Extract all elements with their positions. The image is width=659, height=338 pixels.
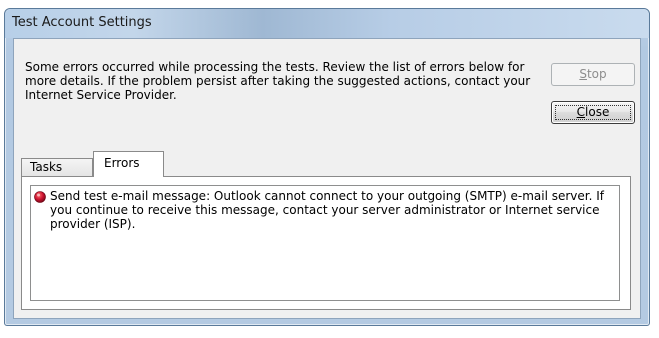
error-icon: [34, 191, 46, 203]
window-title: Test Account Settings: [12, 15, 152, 30]
title-bar[interactable]: Test Account Settings: [5, 9, 649, 38]
tab-errors[interactable]: Errors: [93, 151, 164, 177]
stop-button-mnemonic: S: [579, 67, 587, 81]
stop-button-label: top: [586, 67, 607, 81]
errors-tab-panel: Send test e-mail message: Outlook cannot…: [21, 176, 631, 310]
error-list[interactable]: Send test e-mail message: Outlook cannot…: [30, 185, 620, 301]
error-message: Send test e-mail message: Outlook cannot…: [50, 189, 605, 231]
dialog-window: Test Account Settings Some errors occurr…: [4, 8, 650, 326]
status-message: Some errors occurred while processing th…: [25, 60, 531, 102]
close-button[interactable]: Close: [551, 101, 635, 124]
close-button-label: lose: [585, 105, 610, 119]
stop-button[interactable]: Stop: [551, 63, 635, 86]
dialog-content: Some errors occurred while processing th…: [13, 38, 641, 319]
tab-tasks[interactable]: Tasks: [21, 158, 93, 177]
close-button-mnemonic: C: [576, 105, 586, 119]
